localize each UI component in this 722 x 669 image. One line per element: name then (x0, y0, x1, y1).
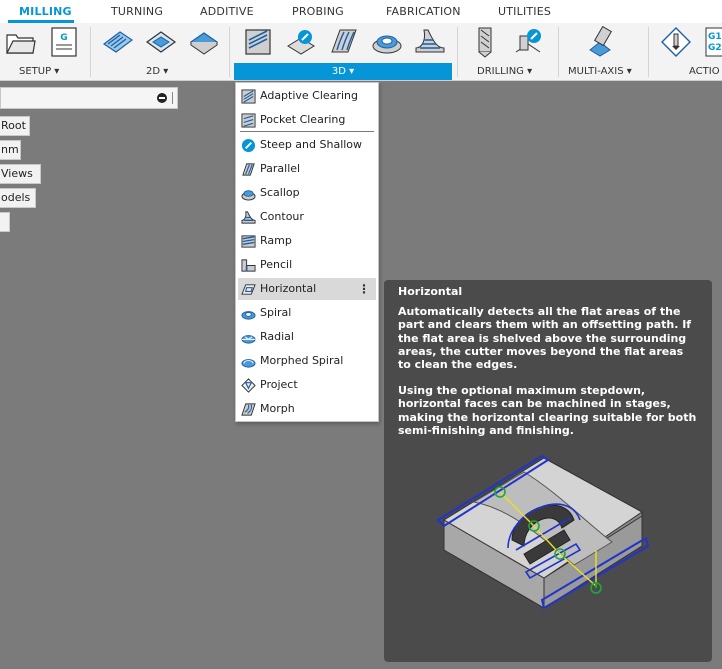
menu-item-project[interactable]: Project (238, 374, 376, 396)
group-label-2d[interactable]: 2D ▾ (146, 66, 168, 77)
menu-item-horizontal[interactable]: Horizontal ⋮ (238, 278, 376, 300)
morphed-spiral-icon (241, 354, 256, 369)
menu-label: Morph (260, 402, 295, 415)
menu-item-radial[interactable]: Radial (238, 326, 376, 348)
browser-node-models[interactable]: odels (0, 188, 36, 208)
3d-parallel-icon[interactable] (328, 26, 360, 58)
drill-icon[interactable] (469, 26, 501, 58)
3d-adaptive-clearing-icon[interactable] (242, 26, 274, 58)
radial-icon (241, 330, 256, 345)
menu-label: Parallel (260, 162, 301, 175)
menu-item-pocket-clearing[interactable]: Pocket Clearing (238, 109, 376, 131)
browser-node-root[interactable]: Root (0, 116, 30, 136)
browser-node-setup[interactable] (0, 212, 10, 232)
setup-folder-icon[interactable] (4, 26, 36, 58)
group-divider (90, 27, 91, 77)
menu-item-parallel[interactable]: Parallel (238, 158, 376, 180)
menu-label: Scallop (260, 186, 300, 199)
2d-pocket-icon[interactable] (145, 26, 177, 58)
menu-label: Horizontal (260, 282, 317, 295)
tooltip-description: Automatically detects all the flat areas… (398, 305, 692, 372)
3d-scallop-icon[interactable] (371, 26, 403, 58)
adaptive-clearing-icon (241, 89, 256, 104)
menu-label: Pencil (260, 258, 293, 271)
menu-label: Radial (260, 330, 294, 343)
steep-and-shallow-icon (241, 138, 256, 153)
group-label-setup[interactable]: SETUP ▾ (19, 66, 59, 77)
group-label-3d: 3D ▾ (331, 66, 355, 77)
multi-axis-icon[interactable] (584, 25, 616, 58)
contour-icon (241, 210, 256, 225)
browser-node-named-views[interactable]: Views (0, 164, 41, 184)
browser-node-units[interactable]: nm (0, 140, 21, 160)
tooltip-description-stepdown: Using the optional maximum stepdown, hor… (398, 384, 697, 437)
menu-label: Project (260, 378, 298, 391)
menu-separator (240, 131, 374, 132)
menu-item-morphed-spiral[interactable]: Morphed Spiral (238, 350, 376, 372)
menu-item-scallop[interactable]: Scallop (238, 182, 376, 204)
3d-steep-shallow-icon[interactable] (285, 26, 317, 58)
strategy-tooltip: Horizontal Automatically detects all the… (384, 280, 712, 662)
svg-text:G1: G1 (708, 32, 722, 42)
menu-label: Morphed Spiral (260, 354, 344, 367)
pencil-icon (241, 258, 256, 273)
menu-item-ramp[interactable]: Ramp (238, 230, 376, 252)
parallel-icon (241, 162, 256, 177)
ramp-icon (241, 234, 256, 249)
morph-icon (241, 402, 256, 417)
menu-item-adaptive-clearing[interactable]: Adaptive Clearing (238, 85, 376, 107)
project-icon (241, 378, 256, 393)
menu-item-contour[interactable]: Contour (238, 206, 376, 228)
3d-contour-icon[interactable] (414, 26, 446, 58)
group-label-3d-active[interactable]: 3D ▾ (234, 63, 452, 80)
menu-item-steep-and-shallow[interactable]: Steep and Shallow (238, 134, 376, 156)
nc-program-icon[interactable]: G (48, 26, 80, 58)
2d-face-icon[interactable] (188, 26, 220, 58)
tooltip-title: Horizontal (398, 285, 463, 298)
group-divider (457, 27, 458, 77)
menu-label: Pocket Clearing (260, 113, 346, 126)
group-label-drilling[interactable]: DRILLING ▾ (477, 66, 532, 77)
tab-turning[interactable]: TURNING (111, 5, 163, 18)
menu-label: Adaptive Clearing (260, 89, 358, 102)
panel-resize-handle[interactable] (172, 92, 173, 104)
tab-probing[interactable]: PROBING (292, 5, 344, 18)
spiral-icon (241, 306, 256, 321)
horizontal-icon (241, 282, 256, 297)
post-process-icon[interactable]: G1 G2 (704, 26, 722, 58)
3d-strategies-menu: Adaptive Clearing Pocket Clearing Steep … (235, 82, 379, 422)
horizontal-toolpath-illustration (424, 450, 664, 650)
browser-search-input[interactable] (0, 87, 178, 109)
scallop-icon (241, 186, 256, 201)
group-divider (558, 27, 559, 77)
drill-probe-icon[interactable] (512, 26, 544, 58)
more-options-icon[interactable]: ⋮ (358, 282, 370, 296)
2d-adaptive-clearing-icon[interactable] (102, 26, 134, 58)
menu-item-morph[interactable]: Morph (238, 398, 376, 420)
tab-utilities[interactable]: UTILITIES (498, 5, 551, 18)
toolbar-ribbon: G SETUP ▾ 2D ▾ 3D ▾ DRILLING ▾ MULTI-AXI… (0, 23, 722, 81)
tab-milling[interactable]: MILLING (19, 5, 72, 18)
menu-label: Contour (260, 210, 304, 223)
clear-search-icon[interactable] (157, 93, 167, 103)
menu-item-spiral[interactable]: Spiral (238, 302, 376, 324)
group-divider (648, 27, 649, 77)
menu-label: Ramp (260, 234, 292, 247)
svg-text:G: G (60, 33, 67, 43)
group-label-actions[interactable]: ACTIO (689, 66, 720, 77)
tab-fabrication[interactable]: FABRICATION (386, 5, 461, 18)
workspace-tab-bar: MILLING TURNING ADDITIVE PROBING FABRICA… (0, 0, 722, 23)
group-label-multi-axis[interactable]: MULTI-AXIS ▾ (568, 66, 632, 77)
simulate-icon[interactable] (660, 26, 692, 58)
menu-label: Spiral (260, 306, 292, 319)
menu-label: Steep and Shallow (260, 138, 363, 151)
menu-item-pencil[interactable]: Pencil (238, 254, 376, 276)
group-divider (229, 27, 230, 77)
pocket-clearing-icon (241, 113, 256, 128)
tab-additive[interactable]: ADDITIVE (200, 5, 254, 18)
svg-text:G2: G2 (708, 43, 722, 53)
